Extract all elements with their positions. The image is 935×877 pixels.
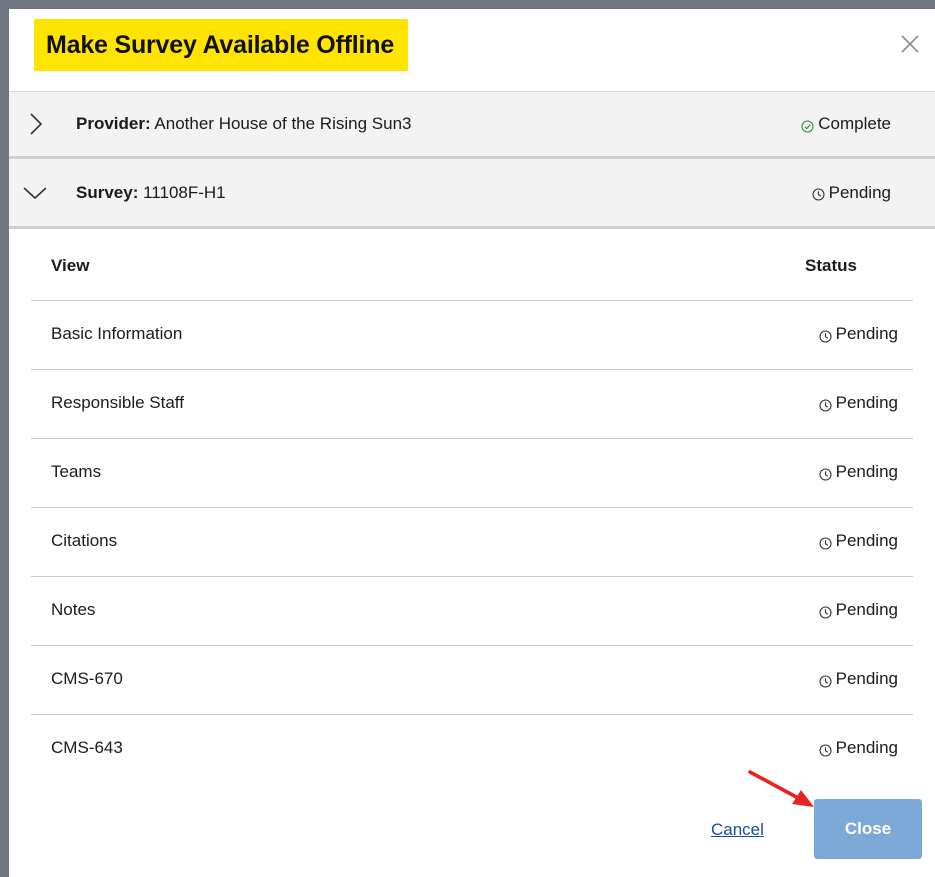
row-view-name: Basic Information — [51, 324, 183, 343]
row-status: Pending — [819, 324, 898, 344]
survey-accordion-row[interactable]: Survey: 11108F-H1 Pending — [9, 159, 935, 229]
dialog-title: Make Survey Available Offline — [46, 30, 395, 59]
row-status-text: Pending — [835, 531, 898, 550]
title-highlight: Make Survey Available Offline — [34, 19, 409, 71]
clock-icon — [819, 535, 832, 550]
row-status: Pending — [819, 738, 898, 758]
row-status: Pending — [819, 531, 898, 551]
provider-status: Complete — [801, 114, 891, 134]
offline-survey-dialog: Make Survey Available Offline Provider: … — [9, 9, 935, 877]
clock-icon — [819, 604, 832, 619]
column-header-status: Status — [805, 256, 857, 275]
table-row: Responsible Staff Pending — [31, 370, 913, 439]
row-view-name: CMS-670 — [51, 669, 123, 688]
clock-icon — [819, 466, 832, 481]
row-status: Pending — [819, 669, 898, 689]
close-button[interactable]: Close — [814, 799, 922, 859]
provider-accordion-row[interactable]: Provider: Another House of the Rising Su… — [9, 91, 935, 159]
survey-status: Pending — [812, 183, 891, 203]
row-status-text: Pending — [835, 324, 898, 343]
row-status-text: Pending — [835, 669, 898, 688]
provider-status-text: Complete — [818, 114, 891, 133]
check-circle-icon — [801, 118, 814, 133]
row-view-name: CMS-643 — [51, 738, 123, 757]
row-status: Pending — [819, 393, 898, 413]
survey-id: 11108F-H1 — [138, 182, 226, 202]
table-row: CMS-670 Pending — [31, 646, 913, 715]
row-status-text: Pending — [835, 393, 898, 412]
clock-icon — [819, 397, 832, 412]
annotation-arrow — [748, 770, 814, 807]
chevron-down-icon[interactable] — [23, 181, 47, 205]
table-row: Teams Pending — [31, 439, 913, 508]
row-status: Pending — [819, 600, 898, 620]
survey-label: Survey: 11108F-H1 — [76, 183, 226, 203]
row-status-text: Pending — [835, 462, 898, 481]
row-view-name: Responsible Staff — [51, 393, 184, 412]
column-header-view: View — [51, 256, 90, 275]
table-header: View Status — [31, 229, 913, 301]
table-row: Citations Pending — [31, 508, 913, 577]
survey-status-text: Pending — [828, 182, 891, 202]
close-icon[interactable] — [899, 33, 921, 55]
clock-icon — [819, 328, 832, 343]
clock-icon — [812, 186, 825, 201]
row-status-text: Pending — [835, 600, 898, 619]
clock-icon — [819, 673, 832, 688]
cancel-link[interactable]: Cancel — [711, 820, 764, 840]
row-view-name: Teams — [51, 462, 102, 481]
row-view-name: Notes — [51, 600, 96, 619]
row-status-text: Pending — [835, 738, 898, 757]
chevron-right-icon[interactable] — [23, 112, 47, 136]
views-table: View Status Basic Information Pending Resp… — [31, 229, 913, 783]
survey-label-key: Survey: — [76, 182, 139, 202]
table-row: Notes Pending — [31, 577, 913, 646]
row-status: Pending — [819, 462, 898, 482]
row-view-name: Citations — [51, 531, 118, 550]
provider-name: Another House of the Rising Sun3 — [150, 114, 412, 133]
table-row: Basic Information Pending — [31, 301, 913, 370]
provider-label: Provider: Another House of the Rising Su… — [76, 114, 411, 134]
provider-label-key: Provider: — [76, 114, 151, 133]
clock-icon — [819, 742, 832, 757]
